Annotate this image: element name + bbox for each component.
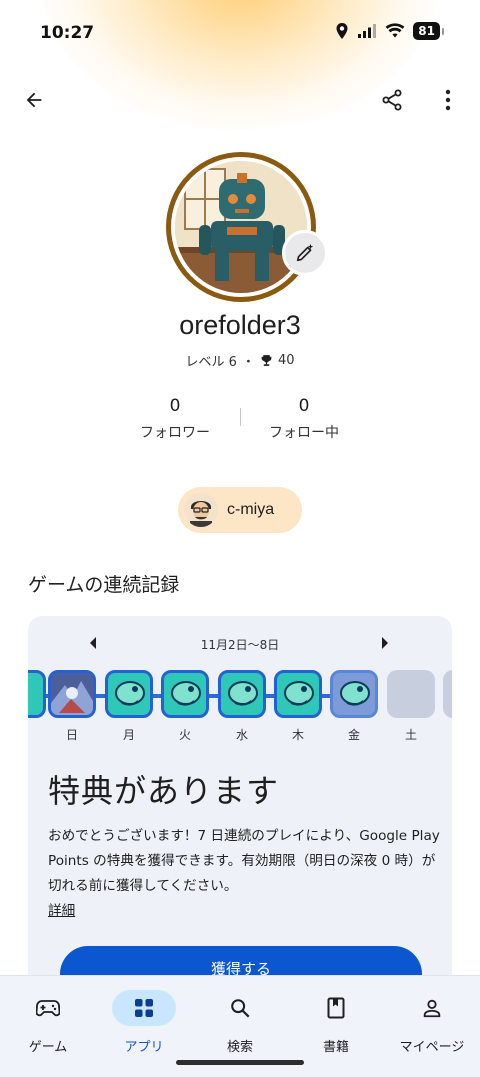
streak-day-row [28,670,452,722]
follow-stats: 0 フォロワー 0 フォロー中 [0,396,480,446]
day-tile-thu [274,670,322,718]
day-tile-fri [330,670,378,718]
followers-stat[interactable]: 0 フォロワー [105,396,245,442]
gamepad-icon [36,1000,60,1017]
nav-label: 書籍 [322,1040,349,1055]
battery-indicator: 81 [413,22,444,40]
nav-item-games[interactable]: ゲーム [8,986,88,1056]
followers-count: 0 [169,396,181,416]
reward-title: 特典があります [48,772,280,810]
day-label: 水 [235,728,248,742]
level-label: レベル 6 [185,355,237,370]
robot-avatar-image [175,161,307,293]
day-tile-wed [218,670,266,718]
next-week-button[interactable] [380,636,390,650]
trophy-icon [261,355,272,366]
nav-label: 検索 [226,1040,253,1055]
section-title-streak: ゲームの連続記録 [28,574,180,596]
following-stat[interactable]: 0 フォロー中 [234,396,374,442]
wifi-icon [385,23,405,38]
status-icons: 81 [335,22,444,40]
nav-pill [208,990,272,1026]
day-label: 火 [178,728,191,742]
home-indicator[interactable] [176,1060,304,1065]
trophy-count: 40 [277,353,295,368]
username: orefolder3 [179,310,301,340]
nav-item-apps[interactable]: アプリ [104,986,184,1056]
following-label: フォロー中 [269,425,339,441]
friend-name: c-miya [227,501,275,518]
separator-dot: ・ [241,355,255,370]
nav-pill [16,990,80,1026]
avatar-ring [166,152,316,302]
day-label: 金 [347,728,360,742]
day-tile-sat [387,670,435,718]
day-tile-tue [161,670,209,718]
nav-pill-active [112,990,176,1026]
profile-avatar[interactable] [166,152,328,302]
reward-description: おめでとうございます！7 日連続のプレイにより、Google Play Poin… [48,824,443,924]
status-bar: 10:27 81 [0,0,480,66]
share-icon [382,89,402,111]
status-time: 10:27 [40,23,95,43]
nav-label: マイページ [399,1040,465,1055]
following-count: 0 [298,396,310,416]
day-tile-previous [28,670,46,718]
day-tile-sun [48,670,96,718]
nav-item-mypage[interactable]: マイページ [392,986,472,1056]
reward-description-text: おめでとうございます！7 日連続のプレイにより、Google Play Poin… [48,828,440,894]
details-link[interactable]: 詳細 [48,903,75,919]
friend-chip[interactable]: c-miya [178,487,302,533]
day-tile-mon [105,670,153,718]
followers-label: フォロワー [140,425,210,441]
more-vert-icon [445,89,451,111]
nav-label: アプリ [124,1040,164,1055]
day-label: 日 [65,728,78,742]
app-bar [0,76,480,124]
day-label: 土 [404,728,417,742]
friend-avatar [184,493,218,527]
nav-item-books[interactable]: 書籍 [296,986,376,1056]
day-label: 月 [122,728,135,742]
more-options-button[interactable] [428,80,468,120]
book-icon [327,997,345,1019]
apps-grid-icon [135,999,153,1017]
edit-sparkle-icon [296,243,314,262]
streak-card: 11月2日〜8日 日 月 火 水 木 金 土 特典があります おめでとうございま… [28,616,452,996]
nav-label: ゲーム [28,1040,68,1055]
edit-avatar-button[interactable] [282,230,328,276]
signal-icon [358,24,377,38]
arrow-back-icon [26,92,42,108]
back-button[interactable] [14,80,54,120]
nav-item-search[interactable]: 検索 [200,986,280,1056]
search-icon [231,999,250,1018]
day-labels: 日 月 火 水 木 金 土 [28,726,452,742]
week-navigator: 11月2日〜8日 [28,634,452,654]
nav-pill [400,990,464,1026]
nav-pill [304,990,368,1026]
day-tile-next [443,670,452,718]
share-button[interactable] [372,80,412,120]
location-icon [336,23,348,39]
day-label: 木 [291,728,304,742]
person-icon [423,999,441,1018]
level-row: レベル 6 ・ 40 [0,351,480,370]
